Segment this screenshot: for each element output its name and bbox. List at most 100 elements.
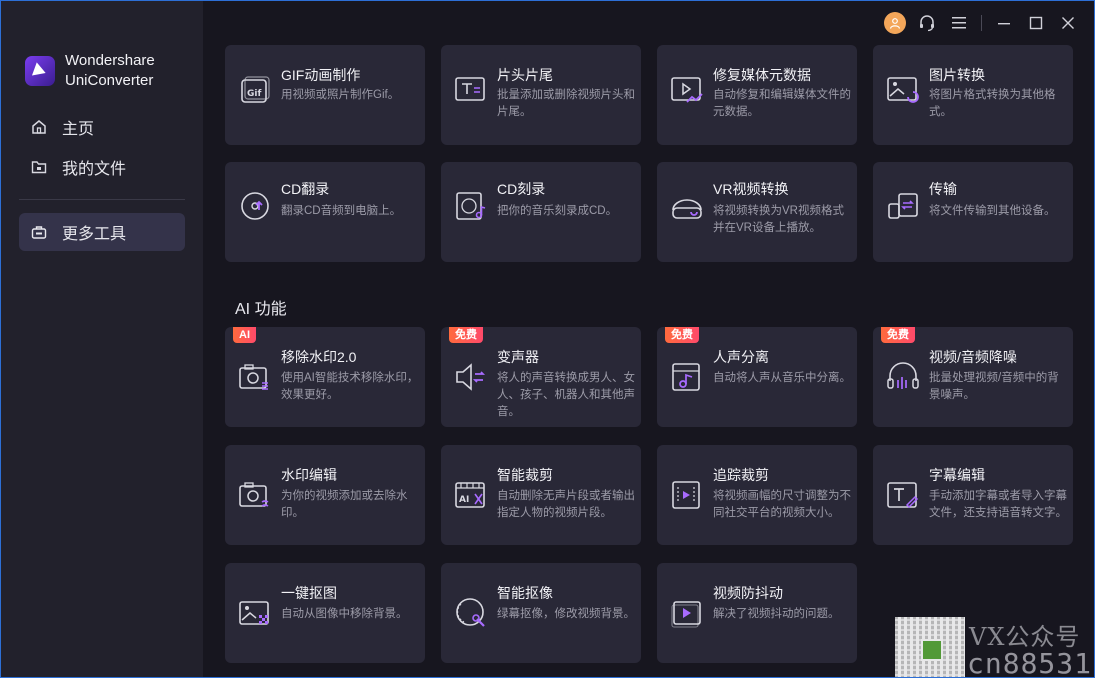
tool-desc: 把你的音乐刻录成CD。 — [497, 205, 618, 217]
tool-title: CD翻录 — [281, 181, 330, 197]
uniconverter-logo-icon — [25, 56, 55, 86]
bg-remove-icon — [237, 595, 273, 631]
tool-card-vr[interactable]: VR视频转换 将视频转换为VR视频格式并在VR设备上播放。 — [657, 162, 857, 262]
watermark-text-line2: cn88531 — [967, 647, 1093, 678]
svg-text:AI: AI — [459, 495, 469, 505]
maximize-button[interactable] — [1020, 7, 1052, 39]
transfer-icon — [885, 188, 921, 224]
tool-desc: 将图片格式转换为其他格式。 — [929, 89, 1056, 118]
svg-text:Gif: Gif — [247, 89, 261, 99]
close-button[interactable] — [1052, 7, 1084, 39]
app-name: Wondershare UniConverter — [65, 51, 155, 91]
qr-code-icon — [895, 617, 965, 677]
tool-card-cd-rip[interactable]: CD翻录 翻录CD音频到电脑上。 — [225, 162, 425, 262]
tool-card-transfer[interactable]: 传输 将文件传输到其他设备。 — [873, 162, 1073, 262]
sidebar-item-label: 主页 — [62, 121, 95, 138]
tool-card-cd-burn[interactable]: CD刻录 把你的音乐刻录成CD。 — [441, 162, 641, 262]
folder-icon — [30, 158, 48, 176]
minimize-button[interactable] — [988, 7, 1020, 39]
tool-desc: 绿幕抠像，修改视频背景。 — [497, 608, 635, 620]
headset-icon — [920, 15, 934, 32]
tool-card-bg-remove[interactable]: 一键抠图 自动从图像中移除背景。 — [225, 563, 425, 663]
tool-desc: 解决了视频抖动的问题。 — [713, 608, 840, 620]
cd-rip-icon — [237, 188, 273, 224]
tool-desc: 自动将人声从音乐中分离。 — [713, 372, 851, 384]
sidebar-item-label: 我的文件 — [62, 161, 127, 178]
vr-icon — [669, 188, 705, 224]
tool-desc: 翻录CD音频到电脑上。 — [281, 205, 402, 217]
tool-title: 传输 — [929, 181, 957, 197]
tool-card-smart-cutout[interactable]: 智能抠像 绿幕抠像，修改视频背景。 — [441, 563, 641, 663]
tool-card-gif[interactable]: Gif GIF动画制作 用视频或照片制作Gif。 — [225, 45, 425, 145]
tool-card-intro-outro[interactable]: 片头片尾 批量添加或删除视频片头和片尾。 — [441, 45, 641, 145]
free-badge: 免费 — [449, 327, 483, 343]
sidebar-item-label: 更多工具 — [62, 226, 127, 243]
smart-trim-icon: AI — [453, 477, 489, 513]
maximize-icon — [1029, 16, 1043, 30]
tool-card-vocal-separate[interactable]: 免费 人声分离 自动将人声从音乐中分离。 — [657, 327, 857, 427]
tool-card-voice-changer[interactable]: 免费 变声器 将人的声音转换成男人、女人、孩子、机器人和其他声音。 — [441, 327, 641, 427]
tool-desc: 将文件传输到其他设备。 — [929, 205, 1056, 217]
tool-title: 变声器 — [497, 349, 539, 365]
tool-title: VR视频转换 — [713, 181, 789, 197]
tool-title: 视频/音频降噪 — [929, 349, 1017, 365]
corner-watermark: VX公众号 cn88531 — [895, 615, 1094, 678]
tool-card-smart-trim[interactable]: AI 智能裁剪 自动删除无声片段或者输出指定人物的视频片段。 — [441, 445, 641, 545]
gif-icon: Gif — [237, 71, 273, 107]
sidebar-item-home[interactable]: 主页 — [19, 108, 185, 146]
tool-card-image-convert[interactable]: 图片转换 将图片格式转换为其他格式。 — [873, 45, 1073, 145]
subtitle-icon — [885, 477, 921, 513]
tool-title: CD刻录 — [497, 181, 546, 197]
support-button[interactable] — [911, 7, 943, 39]
toolbox-icon — [30, 223, 48, 241]
tool-desc: 手动添加字幕或者导入字幕文件，还支持语音转文字。 — [929, 490, 1067, 519]
home-icon — [30, 118, 48, 136]
app-name-line2: UniConverter — [65, 72, 154, 89]
tool-title: 一键抠图 — [281, 585, 337, 601]
sidebar-item-files[interactable]: 我的文件 — [19, 148, 185, 186]
tool-desc: 将视频转换为VR视频格式并在VR设备上播放。 — [713, 205, 844, 234]
sidebar-item-more-tools[interactable]: 更多工具 — [19, 213, 185, 251]
noise-reduce-icon — [885, 359, 921, 395]
tool-card-watermark-edit[interactable]: 水印编辑 为你的视频添加或去除水印。 — [225, 445, 425, 545]
tool-desc: 将人的声音转换成男人、女人、孩子、机器人和其他声音。 — [497, 372, 635, 418]
tool-title: 片头片尾 — [497, 67, 553, 83]
tool-card-watermark-remove[interactable]: AI 移除水印2.0 使用AI智能技术移除水印，效果更好。 — [225, 327, 425, 427]
tool-title: 追踪裁剪 — [713, 467, 769, 483]
titlebar-separator — [981, 15, 982, 31]
app-logo: Wondershare UniConverter — [25, 51, 155, 91]
tool-title: 字幕编辑 — [929, 467, 985, 483]
watermark-edit-icon — [237, 477, 273, 513]
app-window: Wondershare UniConverter 主页 我的文件 更多工具 Gi… — [0, 0, 1095, 678]
app-name-line1: Wondershare — [65, 52, 155, 69]
tool-card-stabilize[interactable]: 视频防抖动 解决了视频抖动的问题。 — [657, 563, 857, 663]
cd-burn-icon — [453, 188, 489, 224]
tool-title: 智能裁剪 — [497, 467, 553, 483]
stabilize-icon — [669, 595, 705, 631]
menu-button[interactable] — [943, 7, 975, 39]
account-button[interactable] — [879, 7, 911, 39]
smart-cutout-icon — [453, 595, 489, 631]
tool-desc: 将视频画幅的尺寸调整为不同社交平台的视频大小。 — [713, 490, 851, 519]
tool-title: 图片转换 — [929, 67, 985, 83]
close-icon — [1062, 17, 1074, 29]
tool-card-subtitle[interactable]: 字幕编辑 手动添加字幕或者导入字幕文件，还支持语音转文字。 — [873, 445, 1073, 545]
sidebar-divider — [19, 199, 185, 200]
user-avatar-icon — [884, 12, 906, 34]
tool-desc: 批量处理视频/音频中的背景噪声。 — [929, 372, 1059, 401]
sidebar: Wondershare UniConverter 主页 我的文件 更多工具 — [1, 1, 203, 677]
tool-desc: 批量添加或删除视频片头和片尾。 — [497, 89, 635, 118]
tool-title: 水印编辑 — [281, 467, 337, 483]
metadata-icon — [669, 71, 705, 107]
tool-title: 智能抠像 — [497, 585, 553, 601]
tool-title: 视频防抖动 — [713, 585, 783, 601]
hamburger-icon — [952, 17, 966, 29]
minimize-icon — [998, 23, 1010, 25]
tool-card-auto-reframe[interactable]: 追踪裁剪 将视频画幅的尺寸调整为不同社交平台的视频大小。 — [657, 445, 857, 545]
title-bar — [203, 1, 1094, 45]
tool-card-noise-reduce[interactable]: 免费 视频/音频降噪 批量处理视频/音频中的背景噪声。 — [873, 327, 1073, 427]
watermark-remove-icon — [237, 359, 273, 395]
tool-desc: 自动从图像中移除背景。 — [281, 608, 408, 620]
vocal-separate-icon — [669, 359, 705, 395]
tool-card-metadata[interactable]: 修复媒体元数据 自动修复和编辑媒体文件的元数据。 — [657, 45, 857, 145]
